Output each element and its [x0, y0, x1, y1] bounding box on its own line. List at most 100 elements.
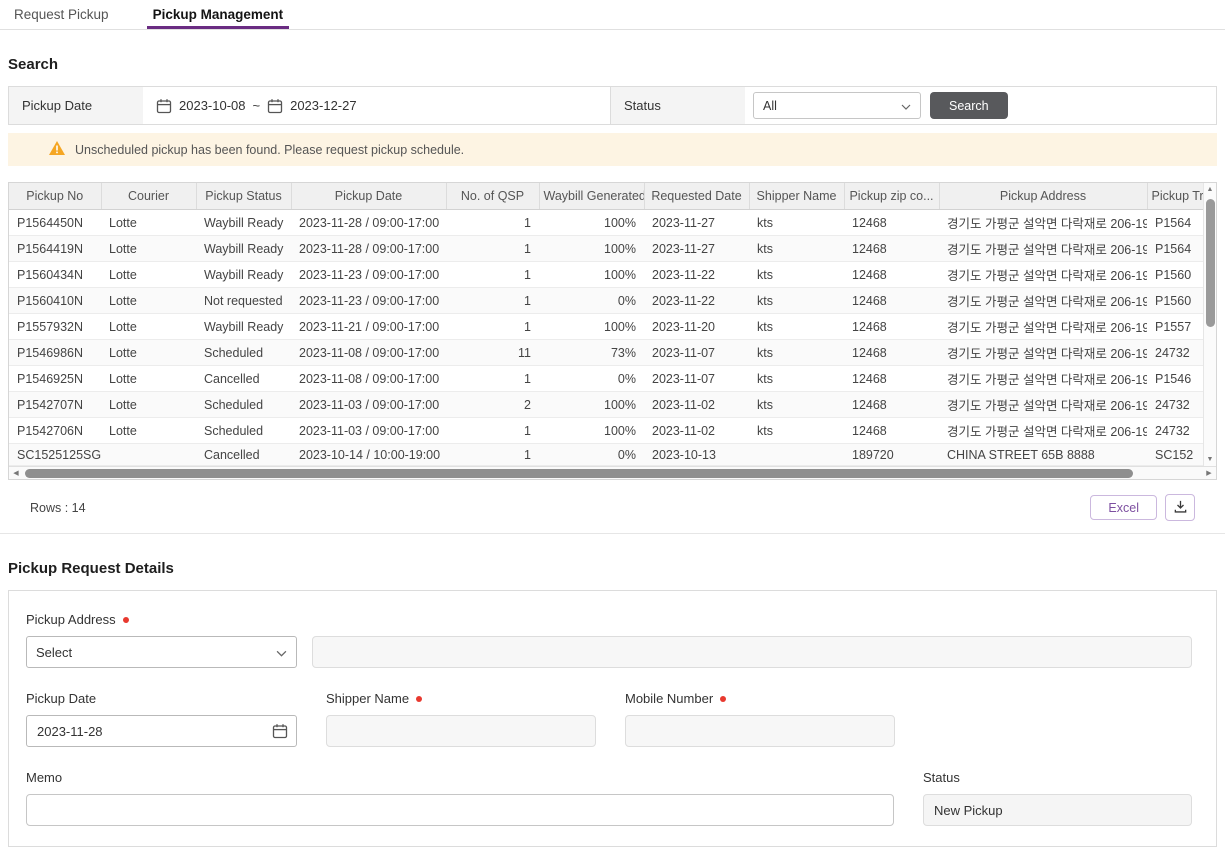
status-filter-label: Status — [611, 87, 745, 124]
table-cell: P1542707N — [9, 392, 101, 418]
table-row[interactable]: P1560434NLotteWaybill Ready2023-11-23 / … — [9, 262, 1203, 288]
table-cell: 2023-10-14 / 10:00-19:00 — [291, 444, 446, 466]
table-cell: 73% — [539, 340, 644, 366]
rows-count: Rows : 14 — [30, 501, 86, 515]
table-cell: kts — [749, 236, 844, 262]
status-input — [923, 794, 1192, 826]
table-row[interactable]: SC1525125SG... Cancelled2023-10-14 / 10:0… — [9, 444, 1203, 466]
pickup-date-input[interactable] — [26, 715, 297, 747]
column-header[interactable]: Requested Date — [644, 183, 749, 210]
table-cell: 2023-11-27 — [644, 236, 749, 262]
table-body: P1564450NLotteWaybill Ready2023-11-28 / … — [9, 210, 1203, 466]
table-row[interactable]: P1542706NLotteScheduled2023-11-03 / 09:0… — [9, 418, 1203, 444]
table-cell: P1564450N — [9, 210, 101, 236]
date-from-value[interactable]: 2023-10-08 — [179, 98, 246, 113]
calendar-icon[interactable] — [267, 98, 283, 114]
required-dot-icon — [416, 696, 422, 702]
table-cell: SC1525125SG... — [9, 444, 101, 466]
table-cell: 100% — [539, 314, 644, 340]
chevron-down-icon — [276, 645, 287, 660]
search-button[interactable]: Search — [930, 92, 1008, 119]
status-select[interactable]: All — [753, 92, 921, 119]
column-header[interactable]: Pickup Tr... — [1147, 183, 1203, 210]
memo-label: Memo — [26, 770, 62, 785]
table-cell: kts — [749, 288, 844, 314]
warning-icon — [48, 140, 66, 159]
table-cell: Cancelled — [196, 444, 291, 466]
date-to-value[interactable]: 2023-12-27 — [290, 98, 357, 113]
table-cell: 경기도 가평군 설악면 다락재로 206-19 test — [939, 262, 1147, 288]
table-cell: 2023-11-08 / 09:00-17:00 — [291, 340, 446, 366]
pickup-address-select-value: Select — [36, 645, 72, 660]
memo-input[interactable] — [26, 794, 894, 826]
table-cell: kts — [749, 262, 844, 288]
scroll-right-icon[interactable]: ▶ — [1202, 470, 1216, 477]
scroll-up-icon[interactable]: ▲ — [1207, 183, 1214, 196]
horizontal-scrollbar[interactable]: ◀ ▶ — [9, 466, 1216, 479]
table-cell: CHINA STREET 65B 8888 — [939, 444, 1147, 466]
table-cell — [749, 444, 844, 466]
column-header[interactable]: Pickup Date — [291, 183, 446, 210]
table-row[interactable]: P1564419NLotteWaybill Ready2023-11-28 / … — [9, 236, 1203, 262]
mobile-number-input[interactable] — [625, 715, 895, 747]
column-header[interactable]: Pickup zip co... — [844, 183, 939, 210]
calendar-icon[interactable] — [272, 723, 288, 739]
table-cell: 0% — [539, 366, 644, 392]
table-cell: 경기도 가평군 설악면 다락재로 206-19 test — [939, 366, 1147, 392]
table-cell: P1564419N — [9, 236, 101, 262]
table-cell: 12468 — [844, 418, 939, 444]
table-footer: Rows : 14 Excel — [8, 494, 1217, 521]
download-button[interactable] — [1165, 494, 1195, 521]
pickup-address-select[interactable]: Select — [26, 636, 297, 668]
required-dot-icon — [720, 696, 726, 702]
table-row[interactable]: P1560410NLotteNot requested2023-11-23 / … — [9, 288, 1203, 314]
table-cell: SC152 — [1147, 444, 1203, 466]
table-cell: Lotte — [101, 314, 196, 340]
table-cell: 1 — [446, 262, 539, 288]
table-cell: 경기도 가평군 설악면 다락재로 206-19 test — [939, 210, 1147, 236]
pickup-address-input[interactable] — [312, 636, 1192, 668]
calendar-icon[interactable] — [156, 98, 172, 114]
horizontal-scrollbar-thumb[interactable] — [25, 469, 1133, 478]
column-header[interactable]: Pickup Status — [196, 183, 291, 210]
table-cell: Lotte — [101, 210, 196, 236]
column-header[interactable]: Waybill Generated — [539, 183, 644, 210]
tab-request-pickup[interactable]: Request Pickup — [8, 0, 115, 29]
horizontal-scrollbar-track[interactable] — [23, 467, 1202, 479]
section-divider — [0, 533, 1225, 534]
table-cell: 2023-11-27 — [644, 210, 749, 236]
pickup-request-details-panel: Pickup Address Select Pickup Date — [8, 590, 1217, 847]
table-cell: 1 — [446, 366, 539, 392]
table-cell: 0% — [539, 288, 644, 314]
shipper-name-label: Shipper Name — [326, 691, 409, 706]
table-cell: Lotte — [101, 418, 196, 444]
table-cell: 11 — [446, 340, 539, 366]
tab-pickup-management[interactable]: Pickup Management — [147, 0, 290, 29]
scroll-left-icon[interactable]: ◀ — [9, 470, 23, 477]
table-cell: kts — [749, 314, 844, 340]
table-row[interactable]: P1542707NLotteScheduled2023-11-03 / 09:0… — [9, 392, 1203, 418]
vertical-scrollbar[interactable]: ▲ ▼ — [1203, 183, 1216, 466]
table-cell: kts — [749, 340, 844, 366]
vertical-scrollbar-thumb[interactable] — [1206, 199, 1215, 327]
table-row[interactable]: P1546925NLotteCancelled2023-11-08 / 09:0… — [9, 366, 1203, 392]
download-icon — [1173, 499, 1188, 517]
column-header[interactable]: Pickup Address — [939, 183, 1147, 210]
shipper-name-input[interactable] — [326, 715, 596, 747]
table-cell: 24732 — [1147, 392, 1203, 418]
scroll-down-icon[interactable]: ▼ — [1207, 453, 1214, 466]
top-tabs: Request Pickup Pickup Management — [0, 0, 1225, 30]
table-row[interactable]: P1557932NLotteWaybill Ready2023-11-21 / … — [9, 314, 1203, 340]
table-cell: 2023-10-13 — [644, 444, 749, 466]
column-header[interactable]: Pickup No — [9, 183, 101, 210]
table-cell: 24732 — [1147, 418, 1203, 444]
table-row[interactable]: P1564450NLotteWaybill Ready2023-11-28 / … — [9, 210, 1203, 236]
column-header[interactable]: Shipper Name — [749, 183, 844, 210]
column-header[interactable]: Courier — [101, 183, 196, 210]
table-row[interactable]: P1546986NLotteScheduled2023-11-08 / 09:0… — [9, 340, 1203, 366]
table-cell: Waybill Ready — [196, 314, 291, 340]
pickup-address-label-row: Pickup Address — [26, 612, 1192, 627]
column-header[interactable]: No. of QSP — [446, 183, 539, 210]
excel-export-button[interactable]: Excel — [1090, 495, 1157, 520]
table-cell: P1564 — [1147, 210, 1203, 236]
